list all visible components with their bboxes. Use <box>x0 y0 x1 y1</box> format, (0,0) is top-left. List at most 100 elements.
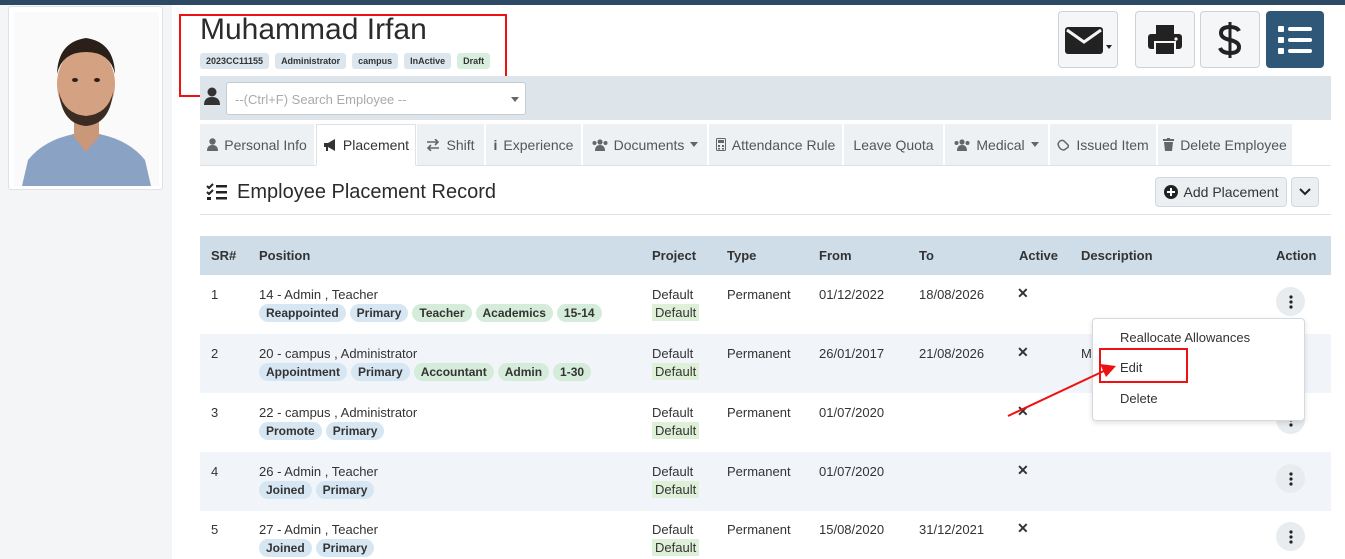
tag-level: Primary <box>349 304 409 322</box>
annotation-edit-highlight <box>1099 348 1188 383</box>
exchange-icon <box>427 138 440 151</box>
cell-type: Permanent <box>727 405 791 420</box>
close-icon: ✕ <box>1017 403 1029 419</box>
tab-placement[interactable]: Placement <box>316 124 416 166</box>
email-dropdown-button[interactable] <box>1058 11 1118 68</box>
header-position: Position <box>259 248 311 263</box>
cell-from: 01/07/2020 <box>819 464 885 479</box>
printer-icon <box>1148 24 1182 56</box>
cell-sr: 3 <box>211 405 219 420</box>
search-placeholder: --(Ctrl+F) Search Employee -- <box>235 92 407 107</box>
close-icon: ✕ <box>1017 462 1029 478</box>
cell-type: Permanent <box>727 287 791 302</box>
tab-label: Placement <box>342 137 410 153</box>
header-description: Description <box>1081 248 1153 263</box>
tasks-icon <box>206 183 227 200</box>
tag-status: Joined <box>259 481 312 499</box>
tag-status: Appointment <box>259 363 347 381</box>
tag-status: Promote <box>259 422 322 440</box>
cell-sr: 4 <box>211 464 219 479</box>
tag-status: Joined <box>259 539 312 557</box>
header-project: Project <box>652 248 697 263</box>
position-tags: Joined Primary <box>259 481 375 499</box>
employee-tabs: Personal Info Placement Shift i Experien… <box>200 124 1331 166</box>
handshake-icon <box>1057 139 1070 151</box>
menu-item-reallocate-allowances[interactable]: Reallocate Allowances <box>1120 330 1250 345</box>
position-tags: Joined Primary <box>259 539 375 557</box>
cell-project: Default <box>652 522 694 537</box>
top-accent-bar <box>0 0 1345 5</box>
tab-shift[interactable]: Shift <box>417 124 485 165</box>
tab-label: Delete Employee <box>1180 136 1287 153</box>
tag-level: Primary <box>325 422 385 440</box>
options-dropdown-button[interactable] <box>1291 177 1319 207</box>
tag-level: Primary <box>351 363 410 381</box>
tab-leave-quota[interactable]: Leave Quota <box>844 124 944 165</box>
close-icon: ✕ <box>1017 520 1029 536</box>
table-row: 5 27 - Admin , Teacher Joined Primary De… <box>200 510 1331 559</box>
tab-label: Issued Item <box>1076 136 1149 153</box>
employee-photo <box>14 12 159 186</box>
cell-project: Default <box>652 464 694 479</box>
cell-from: 26/01/2017 <box>819 346 885 361</box>
cell-sr: 1 <box>211 287 219 302</box>
project-tag: Default <box>652 481 700 498</box>
position-tags: Reappointed Primary Teacher Academics 15… <box>259 304 602 322</box>
cell-project: Default <box>652 346 694 361</box>
row-actions-button[interactable] <box>1276 464 1305 493</box>
tab-documents[interactable]: Documents <box>583 124 708 165</box>
cell-from: 01/07/2020 <box>819 405 885 420</box>
cell-sr: 2 <box>211 346 219 361</box>
close-icon: ✕ <box>1017 344 1029 360</box>
search-employee-select[interactable]: --(Ctrl+F) Search Employee -- <box>226 82 526 115</box>
cell-to: 31/12/2021 <box>919 522 985 537</box>
header-to: To <box>919 248 934 263</box>
cell-position: 20 - campus , Administrator <box>259 346 418 361</box>
cell-position: 14 - Admin , Teacher <box>259 287 378 302</box>
caret-down-icon <box>1030 142 1039 147</box>
tab-issued-item[interactable]: Issued Item <box>1050 124 1157 165</box>
tag-department: Admin <box>497 363 550 381</box>
kebab-menu-icon <box>1288 294 1293 309</box>
tab-label: Shift <box>446 136 475 153</box>
header-type: Type <box>727 248 757 263</box>
header-active: Active <box>1019 248 1059 263</box>
section-divider <box>200 214 1331 215</box>
salary-button[interactable] <box>1200 11 1260 68</box>
chevron-down-icon <box>511 97 519 102</box>
print-button[interactable] <box>1135 11 1195 68</box>
tab-label: Medical <box>976 136 1025 153</box>
row-actions-button[interactable] <box>1276 522 1305 551</box>
row-actions-button[interactable] <box>1276 287 1305 316</box>
tab-personal-info[interactable]: Personal Info <box>200 124 315 165</box>
tab-attendance-rule[interactable]: Attendance Rule <box>709 124 843 165</box>
cell-to: 21/08/2026 <box>919 346 985 361</box>
users-icon <box>954 138 970 151</box>
project-tag: Default <box>652 539 700 556</box>
cell-from: 15/08/2020 <box>819 522 885 537</box>
tag-grade: 15-14 <box>556 304 602 322</box>
cell-position: 26 - Admin , Teacher <box>259 464 378 479</box>
menu-list-button[interactable] <box>1266 11 1324 68</box>
caret-down-icon <box>690 142 699 147</box>
position-tags: Promote Primary <box>259 422 385 440</box>
tab-delete-employee[interactable]: Delete Employee <box>1158 124 1293 165</box>
tab-experience[interactable]: i Experience <box>486 124 582 165</box>
cell-position: 22 - campus , Administrator <box>259 405 418 420</box>
menu-item-delete[interactable]: Delete <box>1120 391 1158 406</box>
envelope-dropdown-icon <box>1065 26 1112 54</box>
tab-medical[interactable]: Medical <box>945 124 1049 165</box>
header-sr: SR# <box>211 248 237 263</box>
tag-department: Academics <box>475 304 553 322</box>
list-icon <box>1278 25 1312 54</box>
cell-description: M <box>1081 346 1092 361</box>
trash-icon <box>1163 138 1175 151</box>
cell-to: 18/08/2026 <box>919 287 985 302</box>
add-placement-label: Add Placement <box>1183 184 1279 200</box>
cell-sr: 5 <box>211 522 219 537</box>
table-header: SR# Position Project Type From To Active… <box>200 236 1331 275</box>
users-icon <box>592 138 608 151</box>
add-placement-button[interactable]: Add Placement <box>1155 177 1287 207</box>
tag-grade: 1-30 <box>553 363 592 381</box>
tag-designation: Accountant <box>413 363 494 381</box>
